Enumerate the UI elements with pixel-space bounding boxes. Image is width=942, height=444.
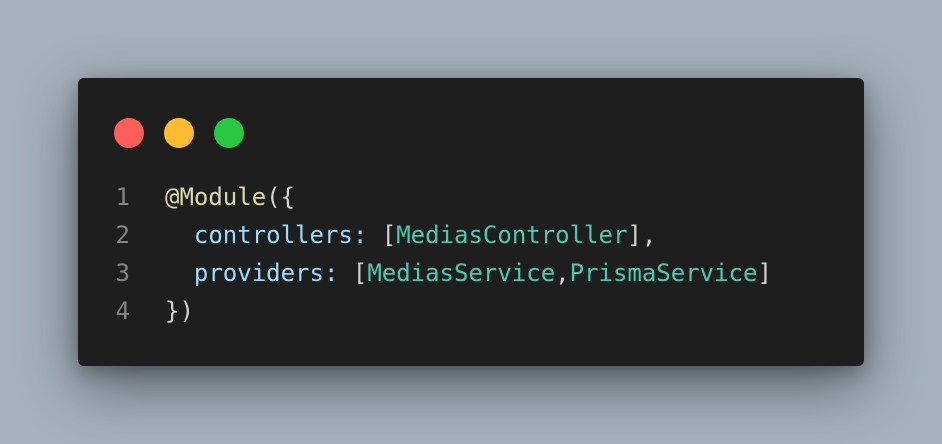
comma-token: , bbox=[555, 259, 570, 287]
line-content: @Module({ bbox=[165, 183, 295, 211]
code-line: 4 }) bbox=[78, 292, 864, 330]
bracket-token: [ bbox=[381, 221, 397, 249]
colon-token: : bbox=[352, 221, 382, 249]
punctuation-token: }) bbox=[165, 297, 194, 325]
code-block: 1 @Module({ 2 controllers: [MediasContro… bbox=[78, 178, 864, 330]
code-line: 3 providers: [MediasService,PrismaServic… bbox=[78, 254, 864, 292]
code-window: 1 @Module({ 2 controllers: [MediasContro… bbox=[78, 78, 864, 366]
window-controls bbox=[114, 118, 244, 148]
class-name-token: MediasController bbox=[396, 221, 628, 249]
indent-token bbox=[165, 259, 194, 287]
line-number: 2 bbox=[115, 221, 130, 249]
minimize-dot-icon bbox=[164, 118, 194, 148]
bracket-token: [ bbox=[352, 259, 368, 287]
property-key-token: providers bbox=[193, 259, 324, 287]
line-content: controllers: [MediasController], bbox=[165, 221, 656, 249]
indent-token bbox=[165, 221, 194, 249]
line-content: providers: [MediasService,PrismaService] bbox=[165, 259, 772, 287]
punctuation-token: ], bbox=[627, 221, 657, 249]
property-key-token: controllers bbox=[193, 221, 353, 249]
code-line: 1 @Module({ bbox=[78, 178, 864, 216]
maximize-dot-icon bbox=[214, 118, 244, 148]
class-name-token: MediasService bbox=[367, 259, 556, 287]
colon-token: : bbox=[323, 259, 353, 287]
bracket-token: ] bbox=[757, 259, 772, 287]
code-line: 2 controllers: [MediasController], bbox=[78, 216, 864, 254]
line-number: 3 bbox=[115, 259, 130, 287]
close-dot-icon bbox=[114, 118, 144, 148]
punctuation-token: ({ bbox=[266, 183, 296, 211]
line-number: 4 bbox=[115, 297, 130, 325]
decorator-token: @Module bbox=[165, 183, 267, 211]
line-content: }) bbox=[165, 297, 194, 325]
class-name-token: PrismaService bbox=[569, 259, 758, 287]
line-number: 1 bbox=[115, 183, 130, 211]
